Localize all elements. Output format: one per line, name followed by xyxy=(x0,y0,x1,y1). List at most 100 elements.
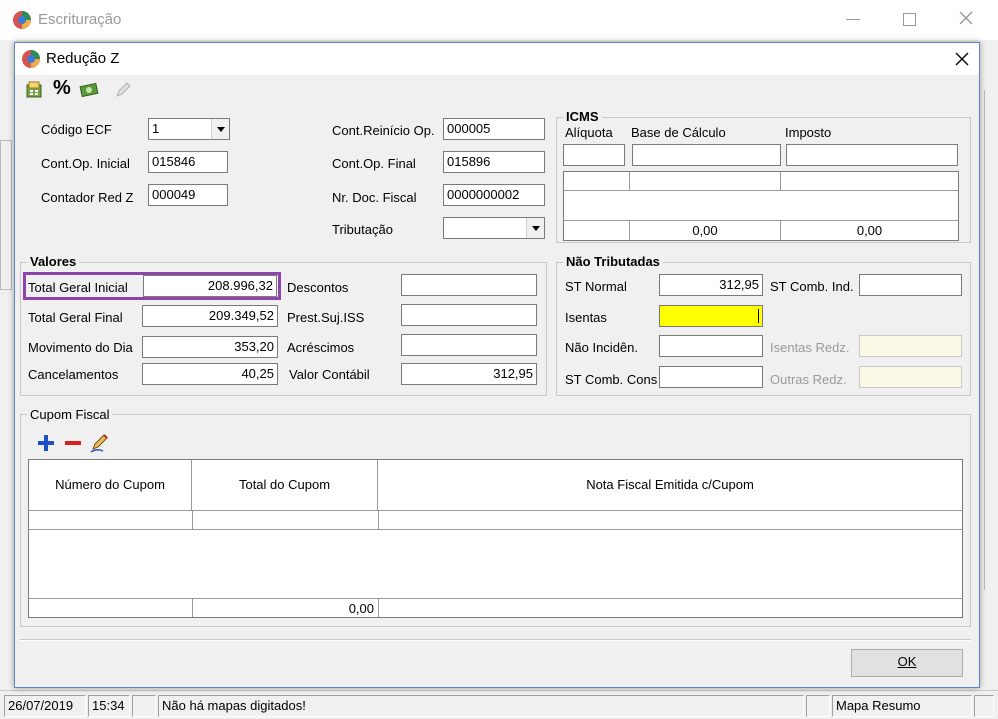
st-comb-cons-label: ST Comb. Cons xyxy=(565,372,658,387)
chevron-down-icon[interactable] xyxy=(211,119,229,139)
acrescimos-field[interactable] xyxy=(401,334,537,356)
minimize-icon[interactable] xyxy=(846,19,860,20)
grid-col-line xyxy=(378,511,379,529)
icms-total-base: 0,00 xyxy=(692,223,718,238)
valores-group-title: Valores xyxy=(27,254,80,269)
isentas-field[interactable] xyxy=(659,305,763,327)
percent-icon[interactable]: % xyxy=(53,77,71,100)
codigo-ecf-select[interactable]: 1 xyxy=(148,118,230,140)
codigo-ecf-value: 1 xyxy=(152,121,160,136)
status-bar: 26/07/2019 15:34 Não há mapas digitados!… xyxy=(0,690,998,719)
maximize-icon[interactable] xyxy=(903,13,916,26)
dialog-toolbar: % xyxy=(15,75,979,105)
icms-col-imposto: Imposto xyxy=(785,125,832,140)
isentas-label: Isentas xyxy=(565,310,607,325)
chevron-down-icon[interactable] xyxy=(526,218,544,238)
st-comb-ind-field[interactable] xyxy=(859,274,962,296)
nao-inciden-label: Não Incidên. xyxy=(565,340,638,355)
col-header-numero-cupom[interactable]: Número do Cupom xyxy=(29,460,192,511)
icms-base-input[interactable] xyxy=(632,144,781,166)
dialog-separator xyxy=(20,639,971,641)
icms-group-title: ICMS xyxy=(563,109,602,124)
dialog-title: Redução Z xyxy=(46,50,120,67)
contador-red-z-field[interactable]: 000049 xyxy=(148,184,228,206)
dialog-close-icon[interactable] xyxy=(954,51,970,70)
status-empty-cell-2 xyxy=(806,695,830,717)
cont-reinicio-op-field[interactable]: 000005 xyxy=(443,118,545,140)
cont-op-final-field[interactable]: 015896 xyxy=(443,151,545,173)
grid-col-line xyxy=(378,598,379,617)
close-icon[interactable] xyxy=(958,10,974,29)
isentas-redz-field xyxy=(859,335,962,357)
ok-button-label: OK xyxy=(897,654,917,669)
icms-grid-col-line xyxy=(629,172,630,190)
icms-grid-total-line xyxy=(564,220,958,221)
remove-icon[interactable] xyxy=(63,433,83,456)
grid-col-line xyxy=(192,511,193,529)
edit-disabled-icon xyxy=(113,80,133,103)
st-comb-ind-label: ST Comb. Ind. xyxy=(770,279,854,294)
cancelamentos-field[interactable]: 40,25 xyxy=(142,363,278,385)
reducao-z-dialog: Redução Z % Código ECF 1 Cont.Op. Inicia… xyxy=(14,42,980,688)
status-date: 26/07/2019 xyxy=(4,695,86,717)
contador-red-z-label: Contador Red Z xyxy=(41,190,134,205)
icms-col-base: Base de Cálculo xyxy=(631,125,726,140)
outer-window-title: Escrituração xyxy=(38,11,122,28)
cont-op-inicial-label: Cont.Op. Inicial xyxy=(41,156,130,171)
outras-redz-label: Outras Redz. xyxy=(770,372,847,387)
icms-grid[interactable]: 0,00 0,00 xyxy=(563,171,959,241)
icms-col-aliquota: Alíquota xyxy=(565,125,613,140)
st-comb-cons-field[interactable] xyxy=(659,366,763,388)
status-time: 15:34 xyxy=(88,695,130,717)
isentas-redz-label: Isentas Redz. xyxy=(770,340,850,355)
nr-doc-fiscal-field[interactable]: 0000000002 xyxy=(443,184,545,206)
tributacao-select[interactable] xyxy=(443,217,545,239)
col-header-nota-fiscal[interactable]: Nota Fiscal Emitida c/Cupom xyxy=(378,460,962,511)
edit-icon[interactable] xyxy=(89,432,111,457)
st-normal-field[interactable]: 312,95 xyxy=(659,274,763,296)
icms-grid-col-line xyxy=(780,172,781,190)
outer-window-titlebar: Escrituração xyxy=(0,0,998,40)
icms-aliquota-input[interactable] xyxy=(563,144,625,166)
prest-suj-iss-field[interactable] xyxy=(401,304,537,326)
nao-tributadas-group-title: Não Tributadas xyxy=(563,254,663,269)
cancelamentos-label: Cancelamentos xyxy=(28,367,119,382)
total-geral-final-field[interactable]: 209.349,52 xyxy=(142,305,278,327)
cupom-fiscal-grid[interactable]: Número do Cupom Total do Cupom Nota Fisc… xyxy=(28,459,963,618)
text-cursor xyxy=(758,309,759,323)
dialog-titlebar: Redução Z xyxy=(15,43,979,75)
ok-button[interactable]: OK xyxy=(851,649,963,677)
tributacao-label: Tributação xyxy=(332,222,393,237)
dialog-logo-icon xyxy=(21,49,41,72)
total-geral-inicial-label: Total Geral Inicial xyxy=(28,280,128,295)
outer-side-panel-right xyxy=(984,90,998,590)
status-empty-cell xyxy=(132,695,156,717)
grid-row-line xyxy=(29,529,962,530)
status-mode: Mapa Resumo xyxy=(832,695,972,717)
cont-reinicio-op-label: Cont.Reinício Op. xyxy=(332,123,435,138)
movimento-do-dia-field[interactable]: 353,20 xyxy=(142,336,278,358)
grid-total-line xyxy=(29,598,962,599)
col-header-total-cupom[interactable]: Total do Cupom xyxy=(192,460,378,511)
codigo-ecf-label: Código ECF xyxy=(41,122,112,137)
icms-imposto-input[interactable] xyxy=(786,144,958,166)
descontos-field[interactable] xyxy=(401,274,537,296)
status-message: Não há mapas digitados! xyxy=(158,695,804,717)
money-icon[interactable] xyxy=(79,81,101,102)
icms-total-imposto: 0,00 xyxy=(856,223,883,238)
total-geral-inicial-field[interactable]: 208.996,32 xyxy=(143,275,277,297)
outras-redz-field xyxy=(859,366,962,388)
cupom-total-value: 0,00 xyxy=(348,601,374,616)
cupom-fiscal-group-title: Cupom Fiscal xyxy=(27,407,113,422)
valor-contabil-field[interactable]: 312,95 xyxy=(401,363,537,385)
prest-suj-iss-label: Prest.Suj.ISS xyxy=(287,310,365,325)
valor-contabil-label: Valor Contábil xyxy=(289,367,370,382)
st-normal-label: ST Normal xyxy=(565,279,627,294)
cont-op-inicial-field[interactable]: 015846 xyxy=(148,151,228,173)
icms-grid-row-line xyxy=(564,190,958,191)
nao-inciden-field[interactable] xyxy=(659,335,763,357)
calculator-icon[interactable] xyxy=(25,80,45,103)
outer-side-panel xyxy=(0,140,12,290)
add-icon[interactable] xyxy=(36,433,56,456)
status-grip xyxy=(974,695,994,717)
